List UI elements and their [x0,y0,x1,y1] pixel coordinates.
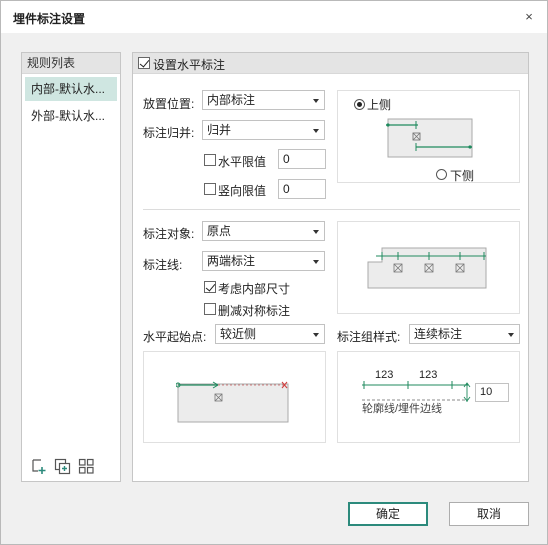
enable-horizontal-checkbox[interactable] [138,57,150,69]
rule-item-inner[interactable]: 内部-默认水... [25,77,117,101]
rule-item-label: 外部-默认水... [31,109,105,123]
chevron-down-icon [313,333,319,337]
ok-button[interactable]: 确定 [348,502,428,526]
target-preview [337,221,520,314]
dim-line-value: 两端标注 [207,254,256,268]
merge-value: 归并 [207,123,232,137]
target-preview-diagram [367,247,487,289]
target-value: 原点 [207,224,232,238]
v-limit-input[interactable]: 0 [278,179,326,199]
h-limit-label: 水平限值 [218,155,267,169]
group-style-label: 标注组样式: [337,330,401,344]
side-top-label: 上侧 [367,98,392,112]
remove-symmetric-label: 删减对称标注 [218,304,291,318]
dim-line-label: 标注线: [143,258,183,272]
side-preview-diagram [386,118,473,158]
target-label: 标注对象: [143,227,195,241]
add-rule-icon[interactable] [30,458,47,475]
title-bar: 埋件标注设置 × [1,1,547,33]
side-bottom-label: 下侧 [450,169,475,183]
rule-item-label: 内部-默认水... [31,82,105,96]
settings-header: 设置水平标注 [133,53,528,74]
dim-line-select[interactable]: 两端标注 [202,251,325,271]
placement-select[interactable]: 内部标注 [202,90,325,110]
chevron-down-icon [508,333,514,337]
rule-item-outer[interactable]: 外部-默认水... [25,104,117,128]
manage-rules-icon[interactable] [78,458,95,475]
chevron-down-icon [313,129,319,133]
rule-list-header: 规则列表 [22,53,120,74]
offset-value: 10 [480,386,493,398]
h-limit-checkbox[interactable] [204,154,216,166]
target-select[interactable]: 原点 [202,221,325,241]
rule-list-panel: 规则列表 内部-默认水... 外部-默认水... [21,52,121,482]
placement-label: 放置位置: [143,97,195,111]
chevron-down-icon [313,99,319,103]
enable-horizontal-label: 设置水平标注 [153,58,226,72]
chevron-down-icon [313,260,319,264]
h-limit-input[interactable]: 0 [278,149,326,169]
cancel-button[interactable]: 取消 [449,502,529,526]
section-divider [143,209,520,210]
group-style-value: 连续标注 [414,327,463,341]
v-limit-label: 竖向限值 [218,184,267,198]
placement-value: 内部标注 [207,93,256,107]
h-start-select[interactable]: 较近侧 [215,324,325,344]
h-start-label: 水平起始点: [143,330,207,344]
offset-value-box: 10 [475,383,509,402]
start-point-diagram [176,381,289,423]
group-style-select[interactable]: 连续标注 [409,324,520,344]
side-bottom-radio[interactable] [436,169,447,180]
remove-symmetric-checkbox[interactable] [204,303,216,315]
dialog-title: 埋件标注设置 [13,12,86,26]
chevron-down-icon [313,230,319,234]
v-limit-checkbox[interactable] [204,183,216,195]
h-limit-value: 0 [283,152,290,166]
dimension-settings-dialog: 埋件标注设置 × 规则列表 内部-默认水... 外部-默认水... 设置水平标注… [0,0,548,545]
h-start-value: 较近侧 [220,327,257,341]
side-preview: 上侧 下侧 [337,90,520,183]
preview-caption: 轮廓线/埋件边线 [362,403,443,415]
merge-select[interactable]: 归并 [202,120,325,140]
consider-inner-label: 考虑内部尺寸 [218,282,291,296]
consider-inner-checkbox[interactable] [204,281,216,293]
group-style-preview: 123 123 10 轮廓线/埋件边线 [337,351,520,443]
settings-panel: 设置水平标注 放置位置: 内部标注 标注归并: 归并 水平限值 0 竖向限值 0… [132,52,529,482]
close-icon[interactable]: × [519,7,539,27]
start-point-preview [143,351,326,443]
rule-toolbar [30,458,95,475]
side-top-radio[interactable] [354,99,365,110]
copy-rule-icon[interactable] [54,458,71,475]
merge-label: 标注归并: [143,126,195,140]
v-limit-value: 0 [283,182,290,196]
